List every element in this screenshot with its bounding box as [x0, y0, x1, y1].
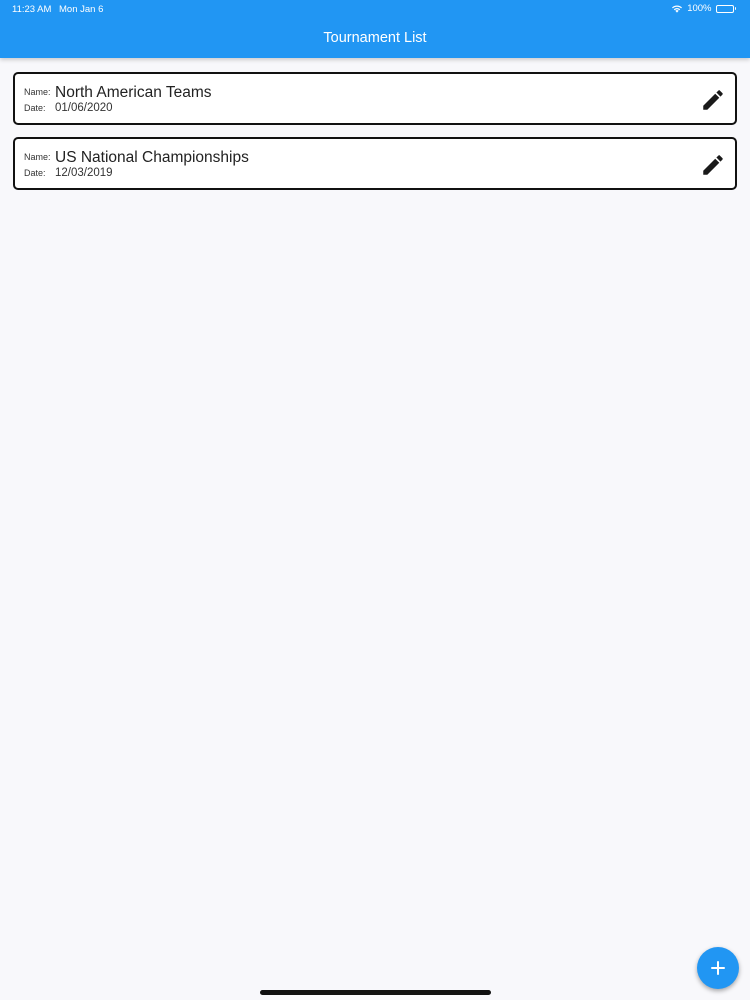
name-label: Name:	[24, 87, 51, 97]
tournament-name: US National Championships	[55, 149, 249, 166]
pencil-icon	[703, 90, 723, 110]
date-label: Date:	[24, 168, 46, 178]
add-tournament-button[interactable]	[697, 947, 739, 989]
tournament-card[interactable]: Name: US National Championships Date: 12…	[13, 137, 737, 190]
battery-icon	[715, 4, 736, 13]
battery-percent: 100%	[687, 3, 712, 14]
tournament-card[interactable]: Name: North American Teams Date: 01/06/2…	[13, 72, 737, 125]
status-bar: 11:23 AM Mon Jan 6 100%	[0, 0, 750, 18]
tournament-name: North American Teams	[55, 84, 212, 101]
edit-tournament-button[interactable]	[700, 152, 726, 178]
wifi-icon	[671, 4, 683, 13]
home-indicator[interactable]	[260, 990, 491, 995]
status-indicators: 100%	[671, 3, 736, 14]
name-label: Name:	[24, 152, 51, 162]
tournament-date: 01/06/2020	[55, 102, 113, 114]
status-time: 11:23 AM	[12, 4, 52, 15]
tournament-date: 12/03/2019	[55, 167, 113, 179]
status-date: Mon Jan 6	[59, 4, 104, 15]
app-header: 11:23 AM Mon Jan 6 100% Tournament List	[0, 0, 750, 58]
page-title: Tournament List	[323, 30, 427, 46]
pencil-icon	[703, 155, 723, 175]
plus-icon	[711, 961, 725, 975]
edit-tournament-button[interactable]	[700, 87, 726, 113]
date-label: Date:	[24, 103, 46, 113]
